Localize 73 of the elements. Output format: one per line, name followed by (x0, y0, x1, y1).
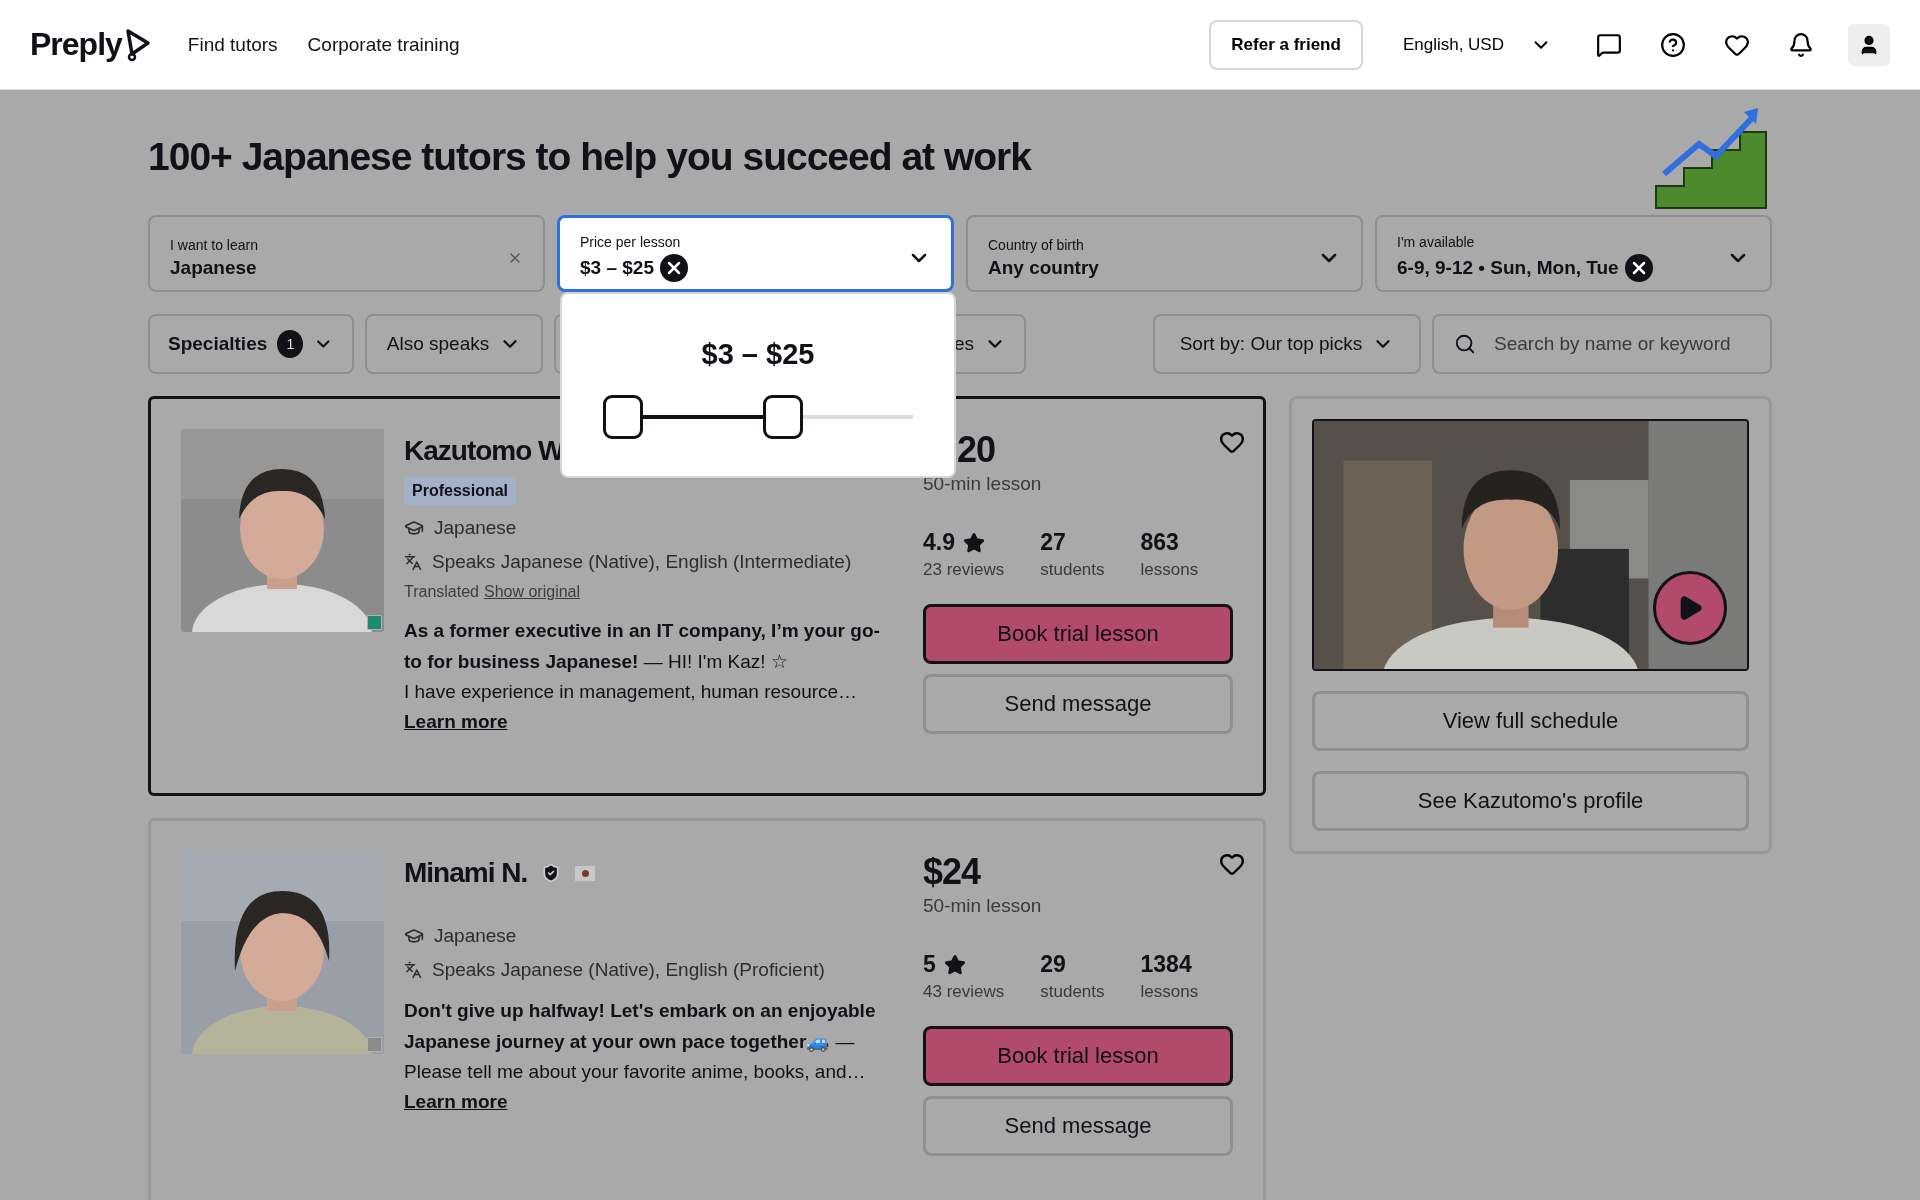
translate-icon (404, 961, 422, 979)
user-avatar[interactable] (1848, 23, 1890, 66)
price-range: $3 – $25 (701, 338, 815, 371)
filter-field[interactable]: I want to learn Japanese (148, 215, 545, 292)
send-message-button[interactable]: Send message (923, 674, 1233, 734)
stat-label: 43 reviews (923, 982, 1005, 1002)
subject-text: Japanese (434, 517, 517, 539)
stat-value: 29 (1040, 951, 1066, 978)
show-original-link[interactable]: Show original (484, 583, 581, 601)
tutor-headline: Don't give up halfway! Let's embark on an enjoyable Japanese journey at your own pace together🚙 — (404, 999, 877, 1054)
stat-label: students (1040, 982, 1105, 1002)
stat-value: 27 (1040, 529, 1066, 556)
preply-logo[interactable]: Preply (30, 26, 152, 63)
page-title: 100+ Japanese tutors to help you succeed at work (148, 134, 1031, 179)
favorite-icon[interactable] (1219, 429, 1245, 455)
language-currency-dropdown[interactable]: English, USD (1392, 33, 1562, 56)
book-trial-button[interactable]: Book trial lesson (923, 1026, 1233, 1086)
filter-value: Japanese (170, 256, 257, 279)
panel-button[interactable]: See Kazutomo's profile (1312, 771, 1749, 831)
tutor-description: I have experience in management, human resource… (404, 680, 859, 704)
filter-label: I want to learn (170, 236, 258, 253)
lesson-duration: 50-min lesson (923, 895, 1043, 917)
filter-value: $3 – $25 (580, 256, 654, 279)
filter-value: Any country (988, 256, 1099, 279)
lesson-price: 20 (957, 429, 996, 472)
filter-dropdown[interactable]: Price per lesson $3 – $25 (557, 215, 954, 292)
graduation-cap-icon (404, 926, 424, 946)
stat-label: lessons (1140, 982, 1199, 1002)
stat-label: 23 reviews (923, 560, 1005, 580)
nav-link[interactable]: Corporate training (307, 33, 460, 56)
stat-value: 5 (923, 951, 936, 978)
learn-more-link[interactable]: Learn more (404, 1091, 508, 1113)
languages-text: Speaks Japanese (Native), English (Proficient) (432, 959, 825, 981)
search-field[interactable]: Search by name or keyword (1432, 314, 1772, 374)
star-icon (943, 953, 966, 976)
refer-button[interactable]: Refer a friend (1209, 19, 1363, 70)
filter-label: Country of birth (988, 236, 1085, 253)
lesson-price: $24 (923, 851, 981, 894)
panel-button[interactable]: View full schedule (1312, 691, 1749, 751)
languages-text: Speaks Japanese (Native), English (Intermediate) (432, 551, 852, 573)
clear-icon[interactable] (659, 253, 688, 282)
translate-icon (404, 553, 422, 571)
sort-dropdown[interactable]: Sort by: Our top picks (1153, 314, 1421, 374)
favorite-icon[interactable] (1219, 851, 1245, 877)
stat-value: 1384 (1140, 951, 1192, 978)
slider-handle[interactable] (762, 395, 803, 439)
stat-label: students (1040, 560, 1105, 580)
tutor-description: Please tell me about your favorite anime, books, and… (404, 1060, 867, 1084)
professional-badge: Professional (404, 477, 517, 505)
nav-link[interactable]: Find tutors (187, 33, 278, 56)
slider-handle[interactable] (603, 395, 643, 439)
filter-value: 6-9, 9-12 • Sun, Mon, Tue (1397, 256, 1619, 279)
tutor-name[interactable]: Minami N. (404, 857, 528, 889)
translated-label: Translated (404, 583, 479, 601)
subject-text: Japanese (434, 925, 517, 947)
stat-value: 4.9 (923, 529, 955, 556)
send-message-button[interactable]: Send message (923, 1096, 1233, 1156)
learn-more-link[interactable]: Learn more (404, 711, 508, 733)
filter-label: Price per lesson (580, 233, 682, 250)
star-icon (963, 531, 985, 554)
graduation-cap-icon (404, 518, 424, 538)
filter-label: I'm available (1397, 233, 1476, 250)
filter-pill[interactable]: Specialties 1 (148, 314, 354, 374)
stat-label: lessons (1140, 560, 1199, 580)
clear-icon[interactable] (1624, 253, 1653, 282)
stat-value: 863 (1140, 529, 1179, 556)
filter-dropdown[interactable]: I'm available 6-9, 9-12 • Sun, Mon, Tue (1375, 215, 1772, 292)
count-badge: 1 (277, 330, 304, 358)
book-trial-button[interactable]: Book trial lesson (923, 604, 1233, 664)
search-icon (1454, 333, 1476, 355)
tutor-headline: As a former executive in an IT company, I’m your go-to for business Japanese! — HI! I'm Kaz! ☆ (404, 619, 881, 674)
filter-dropdown[interactable]: Country of birth Any country (966, 215, 1363, 292)
filter-pill[interactable]: Also speaks (365, 314, 543, 374)
